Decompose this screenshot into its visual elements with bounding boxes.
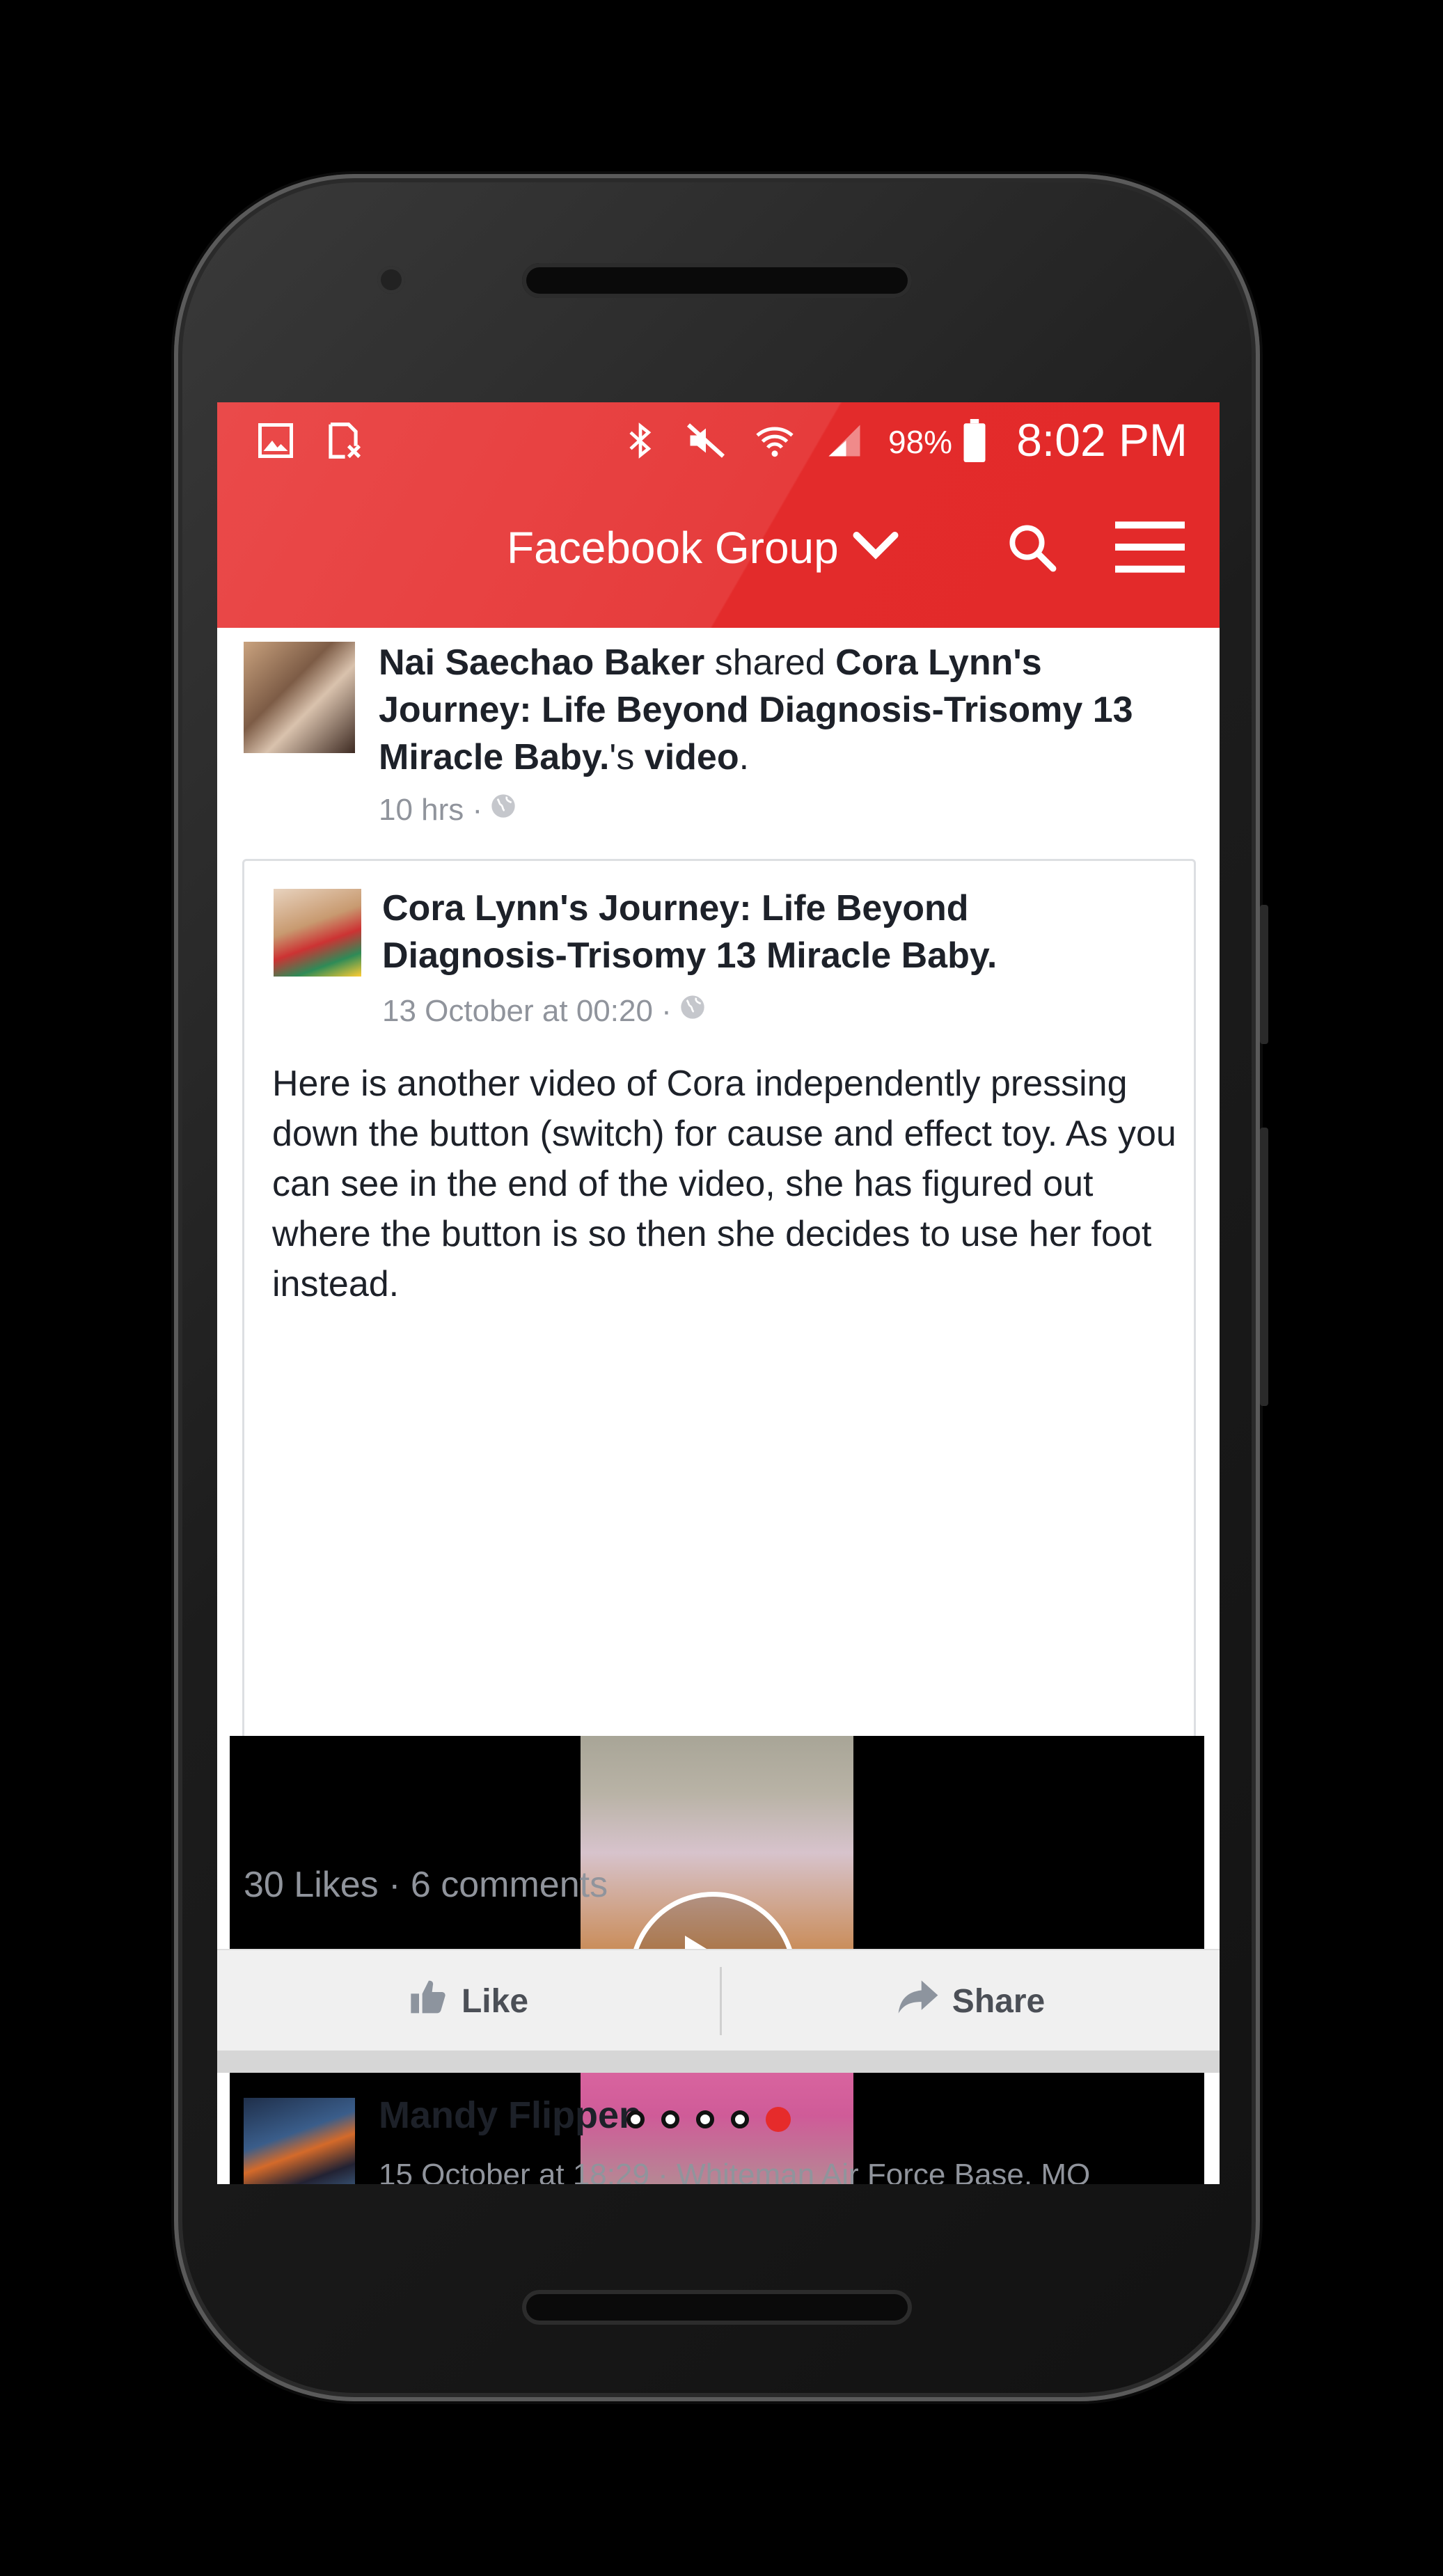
next-post-timestamp[interactable]: 15 October at 18:29 · Whiteman Air Force… bbox=[379, 2158, 1090, 2184]
shared-post-body: Here is another video of Cora independen… bbox=[272, 1064, 1176, 1304]
author-name[interactable]: Nai Saechao Baker bbox=[379, 642, 704, 683]
post-timestamp[interactable]: 10 hrs · bbox=[379, 792, 517, 828]
shared-post-card[interactable]: Cora Lynn's Journey: Life Beyond Diagnos… bbox=[242, 859, 1196, 1847]
page-dot[interactable] bbox=[626, 2110, 645, 2128]
shared-page-title[interactable]: Cora Lynn's Journey: Life Beyond Diagnos… bbox=[382, 885, 1162, 979]
post-stats[interactable]: 30 Likes · 6 comments bbox=[244, 1864, 608, 1906]
power-button bbox=[1260, 1128, 1268, 1406]
author-avatar[interactable] bbox=[244, 642, 355, 753]
page-dot[interactable] bbox=[731, 2110, 749, 2128]
search-icon bbox=[1004, 520, 1059, 578]
signal-icon bbox=[821, 418, 867, 464]
app-header: 98% 8:02 PM Facebook Group bbox=[217, 402, 1220, 628]
end-punct: . bbox=[739, 737, 750, 777]
page-indicator bbox=[626, 2107, 791, 2132]
possessive-text: 's bbox=[609, 737, 645, 777]
share-label: Share bbox=[952, 1982, 1046, 2020]
post-header: Nai Saechao Baker shared Cora Lynn's Jou… bbox=[379, 639, 1179, 781]
menu-button[interactable] bbox=[1108, 507, 1192, 590]
mute-icon bbox=[684, 418, 728, 464]
action-text: shared bbox=[704, 642, 836, 683]
app-screen: 98% 8:02 PM Facebook Group Nai Saechao B… bbox=[217, 402, 1220, 2184]
app-title-label: Facebook Group bbox=[507, 523, 839, 573]
clock: 8:02 PM bbox=[1016, 414, 1188, 466]
post-time-text: 10 hrs · bbox=[379, 792, 483, 827]
search-button[interactable] bbox=[990, 507, 1073, 590]
video-link[interactable]: video bbox=[645, 737, 739, 777]
sim-error-icon bbox=[322, 418, 365, 464]
globe-icon bbox=[679, 993, 707, 1029]
menu-icon bbox=[1115, 521, 1185, 577]
next-author-name[interactable]: Mandy Flippen bbox=[379, 2094, 642, 2137]
battery-icon bbox=[961, 418, 988, 464]
page-dot-active[interactable] bbox=[766, 2107, 791, 2132]
app-bar: Facebook Group bbox=[217, 479, 1220, 628]
group-selector[interactable]: Facebook Group bbox=[507, 522, 900, 574]
page-dot[interactable] bbox=[696, 2110, 714, 2128]
shared-post-timestamp[interactable]: 13 October at 00:20 · bbox=[382, 993, 707, 1029]
globe-icon bbox=[489, 792, 517, 828]
gallery-icon bbox=[255, 418, 297, 464]
top-speaker bbox=[522, 263, 912, 298]
post-action-bar: Like Share bbox=[217, 1949, 1220, 2052]
share-button[interactable]: Share bbox=[722, 1950, 1220, 2052]
shared-page-avatar[interactable] bbox=[274, 889, 361, 977]
like-button[interactable]: Like bbox=[217, 1950, 720, 2052]
battery-percent: 98% bbox=[888, 424, 953, 460]
chevron-down-icon bbox=[851, 522, 900, 574]
front-camera bbox=[377, 266, 405, 294]
status-bar: 98% 8:02 PM bbox=[217, 402, 1220, 479]
wifi-icon bbox=[752, 418, 798, 464]
shared-time-text: 13 October at 00:20 · bbox=[382, 993, 672, 1028]
volume-button bbox=[1260, 905, 1268, 1044]
like-label: Like bbox=[461, 1982, 529, 2020]
page-dot[interactable] bbox=[661, 2110, 679, 2128]
bottom-speaker bbox=[522, 2290, 912, 2325]
thumbs-up-icon bbox=[409, 1977, 449, 2025]
feed-separator bbox=[217, 2050, 1220, 2073]
share-arrow-icon bbox=[897, 1979, 940, 2023]
bluetooth-icon bbox=[621, 418, 660, 464]
next-author-avatar[interactable] bbox=[244, 2098, 355, 2184]
